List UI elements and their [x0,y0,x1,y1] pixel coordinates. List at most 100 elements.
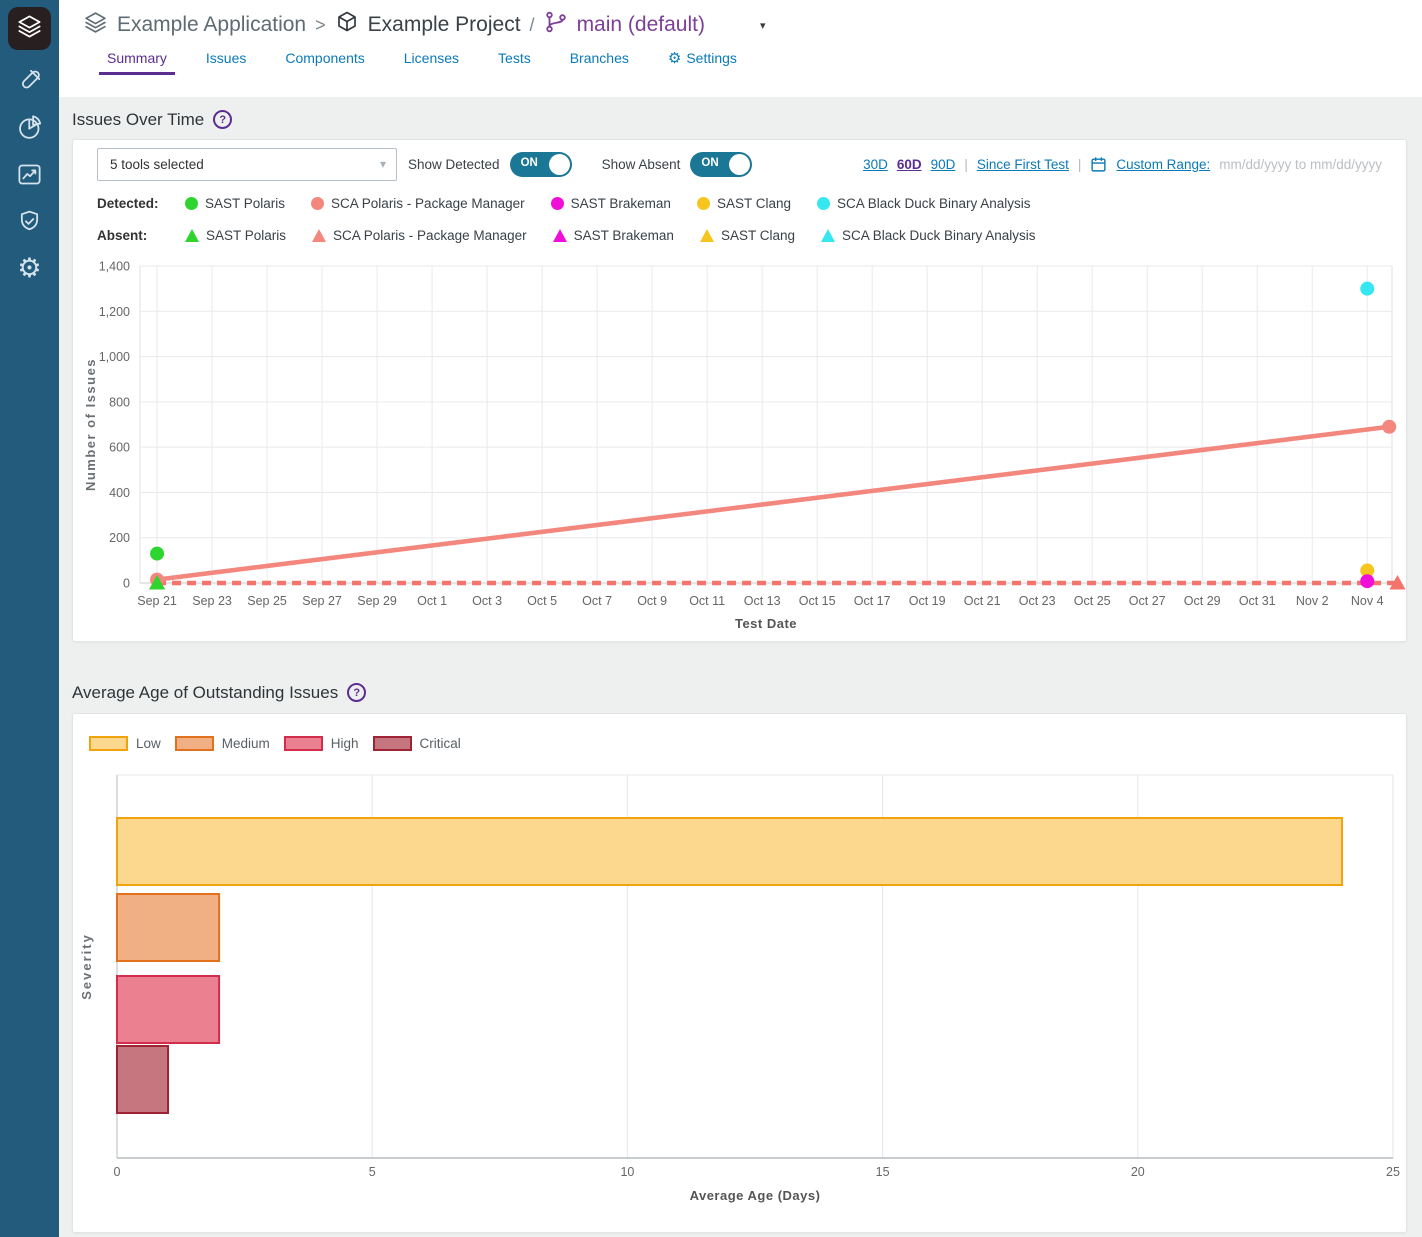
legend-label: SAST Brakeman [571,196,671,211]
sidebar-item-trends[interactable] [8,157,51,191]
range-90d[interactable]: 90D [931,157,956,172]
swatch-icon [175,736,214,751]
circle-marker-icon [185,197,198,210]
sidebar-item-security[interactable] [8,204,51,238]
legend-item[interactable]: SAST Brakeman [553,228,674,243]
issues-over-time-card: 5 tools selected ▾ Show Detected ON Show… [72,139,1407,642]
legend-item[interactable]: High [284,736,359,751]
legend-item[interactable]: Critical [373,736,461,751]
tab-label: Settings [686,50,737,66]
help-icon[interactable]: ? [347,683,366,702]
legend-item[interactable]: SCA Polaris - Package Manager [312,228,527,243]
legend-label: SAST Brakeman [574,228,674,243]
date-range-controls: 30D 60D 90D | Since First Test | Custo [863,156,1382,173]
svg-text:1,400: 1,400 [99,260,130,274]
show-detected-label: Show Detected [408,157,500,172]
issues-over-time-title: Issues Over Time ? [72,109,1407,130]
legend-item[interactable]: Medium [175,736,270,751]
sidebar-item-tests[interactable] [8,63,51,97]
breadcrumb-project[interactable]: Example Project [368,13,521,37]
gear-icon: ⚙ [17,255,41,282]
legend-label: Low [136,736,161,751]
legend-item[interactable]: SAST Polaris [185,196,285,211]
svg-text:600: 600 [109,441,130,455]
detected-label: Detected: [97,196,185,211]
tab-label: Summary [107,50,167,66]
tab-summary[interactable]: Summary [99,46,175,75]
svg-text:Sep 21: Sep 21 [137,594,177,608]
svg-text:Nov 4: Nov 4 [1351,594,1384,608]
tab-label: Licenses [404,50,459,66]
project-cube-icon [335,10,359,40]
svg-text:200: 200 [109,531,130,545]
svg-text:Oct 3: Oct 3 [472,594,502,608]
app-root: ⚙ Example Application > Example Project [0,0,1422,1237]
svg-text:Number of Issues: Number of Issues [83,358,98,491]
branch-dropdown-caret[interactable]: ▾ [760,19,766,32]
help-icon[interactable]: ? [213,110,232,129]
legend-item[interactable]: Low [89,736,161,751]
custom-range-input[interactable]: mm/dd/yyyy to mm/dd/yyyy [1219,157,1382,172]
svg-text:Oct 11: Oct 11 [689,594,725,608]
tab-issues[interactable]: Issues [198,46,254,75]
separator: | [1078,157,1082,172]
svg-text:Nov 2: Nov 2 [1296,594,1329,608]
sidebar-item-reports[interactable] [8,110,51,144]
circle-marker-icon [551,197,564,210]
tab-label: Components [285,50,364,66]
tab-settings[interactable]: ⚙ Settings [660,46,745,75]
separator: | [964,157,968,172]
legend-item[interactable]: SAST Polaris [185,228,286,243]
svg-text:Oct 1: Oct 1 [417,594,447,608]
legend-item[interactable]: SAST Brakeman [551,196,671,211]
svg-text:5: 5 [369,1165,376,1179]
legend-item[interactable]: SAST Clang [700,228,795,243]
svg-text:15: 15 [876,1165,890,1179]
range-30d[interactable]: 30D [863,157,888,172]
show-absent-toggle[interactable]: ON [690,152,752,177]
app-logo[interactable] [8,7,51,50]
legend-item[interactable]: SCA Polaris - Package Manager [311,196,525,211]
svg-text:1,000: 1,000 [99,350,130,364]
svg-text:Sep 27: Sep 27 [302,594,342,608]
custom-range-link[interactable]: Custom Range: [1116,157,1210,172]
breadcrumb-separator: > [315,15,326,36]
svg-text:Oct 21: Oct 21 [964,594,1001,608]
line-chart-icon [16,161,43,188]
sidebar: ⚙ [0,0,59,1237]
circle-marker-icon [817,197,830,210]
legend-label: SAST Polaris [206,228,286,243]
svg-text:Oct 5: Oct 5 [527,594,557,608]
svg-text:Sep 23: Sep 23 [192,594,232,608]
average-age-card: Low Medium High Critical 0510152025Avera… [72,713,1407,1233]
show-detected-toggle[interactable]: ON [510,152,572,177]
tab-label: Issues [206,50,246,66]
sidebar-item-settings[interactable]: ⚙ [8,251,51,285]
legend-label: Medium [222,736,270,751]
since-first-test-link[interactable]: Since First Test [977,157,1069,172]
svg-text:Sep 29: Sep 29 [357,594,397,608]
tab-components[interactable]: Components [277,46,372,75]
detected-legend-row: Detected: SAST Polaris SCA Polaris - Pac… [97,187,1406,219]
breadcrumb-branch[interactable]: main (default) [577,13,705,37]
svg-text:Oct 29: Oct 29 [1184,594,1221,608]
svg-text:Oct 13: Oct 13 [744,594,781,608]
tab-label: Branches [570,50,629,66]
legend-item[interactable]: SCA Black Duck Binary Analysis [821,228,1036,243]
legend-item[interactable]: SCA Black Duck Binary Analysis [817,196,1031,211]
legend-label: SCA Black Duck Binary Analysis [837,196,1031,211]
section-title-text: Issues Over Time [72,110,204,130]
severity-legend: Low Medium High Critical [73,714,1406,756]
svg-text:800: 800 [109,395,130,409]
legend-item[interactable]: SAST Clang [697,196,791,211]
tools-select[interactable]: 5 tools selected ▾ [97,148,397,181]
breadcrumb-application[interactable]: Example Application [117,13,306,37]
tab-branches[interactable]: Branches [562,46,637,75]
absent-label: Absent: [97,228,185,243]
toggle-knob [549,154,570,175]
toggle-on-text: ON [701,157,718,169]
tab-tests[interactable]: Tests [490,46,539,75]
tab-licenses[interactable]: Licenses [396,46,467,75]
range-60d[interactable]: 60D [897,157,922,172]
section-title-text: Average Age of Outstanding Issues [72,683,338,703]
